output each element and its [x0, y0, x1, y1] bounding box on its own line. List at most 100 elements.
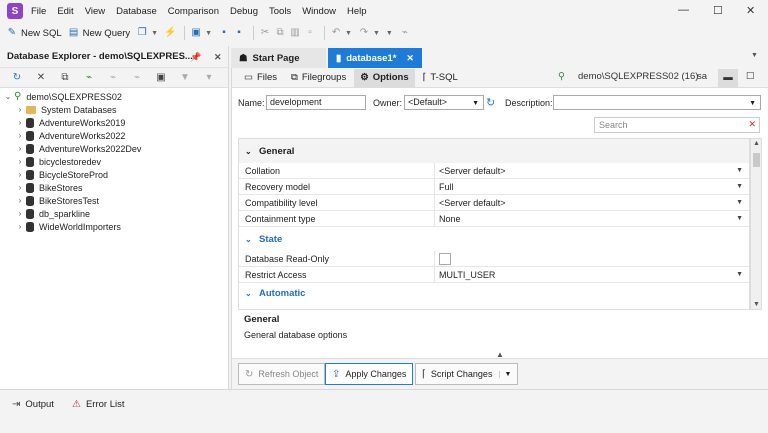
chevron-right-icon[interactable]: ›: [14, 157, 26, 166]
menu-comparison[interactable]: Comparison: [168, 6, 219, 17]
tree-server-node[interactable]: ⌄ ⚲ demo\SQLEXPRESS02: [2, 90, 228, 103]
tree-item[interactable]: › System Databases: [2, 103, 228, 116]
section-state[interactable]: ⌄ State: [239, 227, 749, 251]
menu-file[interactable]: File: [31, 6, 46, 17]
tree-item[interactable]: › BikeStoresTest: [2, 194, 228, 207]
menu-edit[interactable]: Edit: [57, 6, 73, 17]
search-input[interactable]: Search ✕: [594, 117, 760, 133]
pin-icon[interactable]: 📌: [190, 52, 201, 63]
new-sql-button[interactable]: ✎ New SQL: [6, 27, 62, 39]
prop-row-recovery-model[interactable]: Recovery model Full ▼: [239, 179, 749, 195]
chevron-down-icon[interactable]: ▼: [736, 183, 743, 190]
apply-changes-button[interactable]: ⇪ Apply Changes: [325, 363, 414, 385]
description-select[interactable]: ▼: [553, 95, 761, 110]
close-window-button[interactable]: ✕: [746, 4, 755, 17]
paste-icon[interactable]: ▥: [289, 27, 301, 39]
scroll-down-icon[interactable]: ▼: [753, 301, 760, 308]
read-only-checkbox[interactable]: [439, 252, 451, 265]
new-connection-icon[interactable]: ⌁: [80, 72, 98, 83]
maximize-button[interactable]: ☐: [713, 4, 723, 17]
tree-item[interactable]: › bicyclestoredev: [2, 155, 228, 168]
menu-tools[interactable]: Tools: [269, 6, 291, 17]
menu-view[interactable]: View: [85, 6, 105, 17]
close-tab-icon[interactable]: ✕: [406, 53, 414, 64]
tab-database1[interactable]: ▮ database1* ✕: [328, 48, 422, 68]
prop-row-read-only[interactable]: Database Read-Only: [239, 251, 749, 267]
execute-icon[interactable]: ▣: [190, 27, 202, 39]
undo-icon[interactable]: ↶: [330, 27, 342, 39]
refresh-owner-icon[interactable]: ↻: [486, 96, 495, 109]
chevron-down-icon[interactable]: ▼: [736, 199, 743, 206]
plug-icon[interactable]: ⌁: [399, 27, 411, 39]
new-query-button[interactable]: ▤ New Query: [68, 27, 130, 39]
sync-icon[interactable]: ▣: [152, 72, 170, 83]
prop-row-restrict-access[interactable]: Restrict Access MULTI_USER ▼: [239, 267, 749, 283]
section-automatic[interactable]: ⌄ Automatic: [239, 283, 749, 303]
chevron-right-icon[interactable]: ›: [14, 196, 26, 205]
scroll-thumb[interactable]: [753, 153, 760, 167]
subtab-tsql[interactable]: ⌈ T-SQL: [417, 69, 464, 87]
grid-scrollbar[interactable]: ▲ ▼: [750, 138, 762, 310]
clear-search-icon[interactable]: ✕: [748, 119, 756, 130]
script-changes-button[interactable]: ⌈ Script Changes ▼: [415, 363, 519, 385]
prop-row-compatibility-level[interactable]: Compatibility level <Server default> ▼: [239, 195, 749, 211]
minimize-button[interactable]: —: [678, 4, 689, 16]
menu-database[interactable]: Database: [116, 6, 157, 17]
layout-alt-icon[interactable]: ☐: [746, 71, 755, 82]
close-panel-icon[interactable]: ✕: [214, 52, 222, 63]
subtab-filegroups[interactable]: ⧉ Filegroups: [285, 69, 352, 87]
chevron-right-icon[interactable]: ›: [14, 131, 26, 140]
tree-item[interactable]: › AdventureWorks2022: [2, 129, 228, 142]
connect-icon[interactable]: ⚡: [164, 27, 176, 39]
refresh-icon[interactable]: ↻: [8, 72, 26, 83]
save-icon[interactable]: ▪: [218, 27, 230, 39]
chevron-right-icon[interactable]: ›: [14, 105, 26, 114]
chevron-right-icon[interactable]: ›: [14, 170, 26, 179]
chevron-down-icon[interactable]: ▼: [736, 215, 743, 222]
chevron-down-icon[interactable]: ▼: [736, 271, 743, 278]
open-dropdown-icon[interactable]: ▼: [151, 30, 158, 37]
copy-connection-icon[interactable]: ⧉: [56, 72, 74, 83]
scroll-up-icon[interactable]: ▲: [753, 140, 760, 147]
chevron-right-icon[interactable]: ›: [14, 183, 26, 192]
tree-item[interactable]: › BicycleStoreProd: [2, 168, 228, 181]
delete-icon[interactable]: ▫: [304, 27, 316, 39]
undo-dropdown-icon[interactable]: ▼: [345, 30, 352, 37]
chevron-right-icon[interactable]: ›: [14, 222, 26, 231]
tab-start-page[interactable]: ☗ Start Page: [231, 48, 326, 68]
tree-item[interactable]: › AdventureWorks2019: [2, 116, 228, 129]
section-general[interactable]: ⌄ General: [239, 139, 749, 163]
owner-select[interactable]: <Default> ▼: [404, 95, 484, 110]
save-all-icon[interactable]: ▪: [233, 27, 245, 39]
error-list-tab[interactable]: ⚠ Error List: [72, 399, 125, 410]
output-tab[interactable]: ⇥ Output: [12, 399, 54, 410]
menu-window[interactable]: Window: [302, 6, 336, 17]
tree-item[interactable]: › db_sparkline: [2, 207, 228, 220]
tree-item[interactable]: › AdventureWorks2022Dev: [2, 142, 228, 155]
disconnect-icon[interactable]: ✕: [32, 72, 50, 83]
remove-connection-icon[interactable]: ⌁: [128, 72, 146, 83]
chevron-right-icon[interactable]: ›: [14, 209, 26, 218]
menu-debug[interactable]: Debug: [230, 6, 258, 17]
expand-caret-icon[interactable]: ⌄: [2, 92, 14, 101]
tree-item[interactable]: › WideWorldImporters: [2, 220, 228, 233]
refresh-object-button[interactable]: ↻ Refresh Object: [238, 363, 326, 385]
filter-dropdown-icon[interactable]: ▾: [200, 72, 218, 83]
prop-row-collation[interactable]: Collation <Server default> ▼: [239, 163, 749, 179]
chevron-right-icon[interactable]: ›: [14, 118, 26, 127]
execute-dropdown-icon[interactable]: ▼: [205, 30, 212, 37]
layout-toggle-icon[interactable]: ▬: [718, 69, 738, 87]
edit-connection-icon[interactable]: ⌁: [104, 72, 122, 83]
cut-icon[interactable]: ✂: [259, 27, 271, 39]
tab-list-dropdown-icon[interactable]: ▼: [751, 52, 758, 59]
filter-icon[interactable]: ▼: [176, 72, 194, 83]
subtab-options[interactable]: ⚙ Options: [354, 68, 415, 87]
tree-item[interactable]: › BikeStores: [2, 181, 228, 194]
subtab-files[interactable]: ▭ Files: [238, 69, 283, 87]
open-icon[interactable]: ❐: [136, 27, 148, 39]
chevron-down-icon[interactable]: ▼: [499, 370, 511, 378]
menu-help[interactable]: Help: [347, 6, 367, 17]
redo-dropdown-icon[interactable]: ▼: [373, 30, 380, 37]
redo-icon[interactable]: ↷: [358, 27, 370, 39]
copy-icon[interactable]: ⧉: [274, 27, 286, 39]
